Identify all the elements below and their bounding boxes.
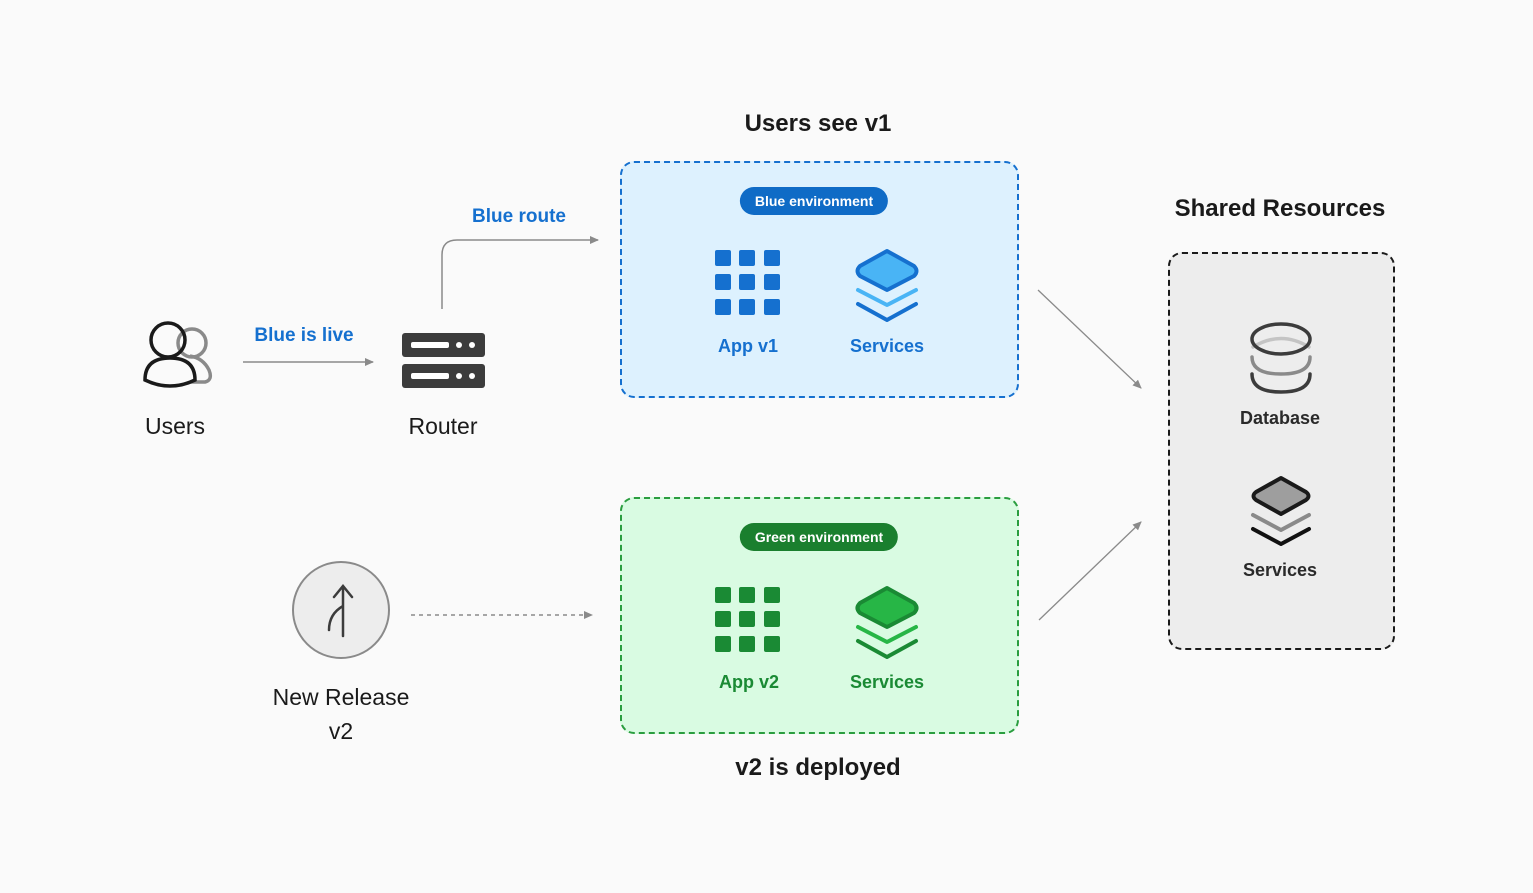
blue-environment-badge: Blue environment	[739, 187, 889, 215]
green-to-shared-arrow	[1038, 521, 1142, 621]
shared-services-layers-icon	[1251, 476, 1311, 546]
app-v2-label: App v2	[718, 672, 780, 692]
green-services-label: Services	[849, 672, 925, 692]
database-label: Database	[1239, 408, 1321, 428]
app-v2-grid-icon	[715, 587, 780, 652]
blue-is-live-label: Blue is live	[254, 325, 354, 346]
users-icon	[143, 321, 213, 388]
database-icon	[1250, 322, 1312, 394]
app-v1-grid-icon	[715, 250, 780, 315]
blue-services-layers-icon	[855, 249, 919, 322]
top-title: Users see v1	[744, 110, 892, 137]
router-icon	[402, 333, 485, 388]
green-environment-badge: Green environment	[739, 523, 899, 551]
green-services-layers-icon	[855, 586, 919, 659]
blue-to-shared-arrow	[1037, 289, 1142, 389]
users-label: Users	[144, 413, 206, 439]
app-v1-label: App v1	[717, 336, 779, 356]
blue-route-label: Blue route	[472, 206, 566, 227]
merge-arrow-icon	[292, 561, 390, 659]
blue-route-arrow	[441, 236, 599, 309]
bottom-title: v2 is deployed	[735, 754, 901, 781]
shared-resources-title: Shared Resources	[1174, 195, 1386, 222]
release-version-label: v2	[328, 718, 354, 744]
shared-services-label: Services	[1242, 560, 1318, 580]
blue-services-label: Services	[849, 336, 925, 356]
new-release-label: New Release	[272, 684, 410, 710]
router-label: Router	[408, 413, 478, 439]
